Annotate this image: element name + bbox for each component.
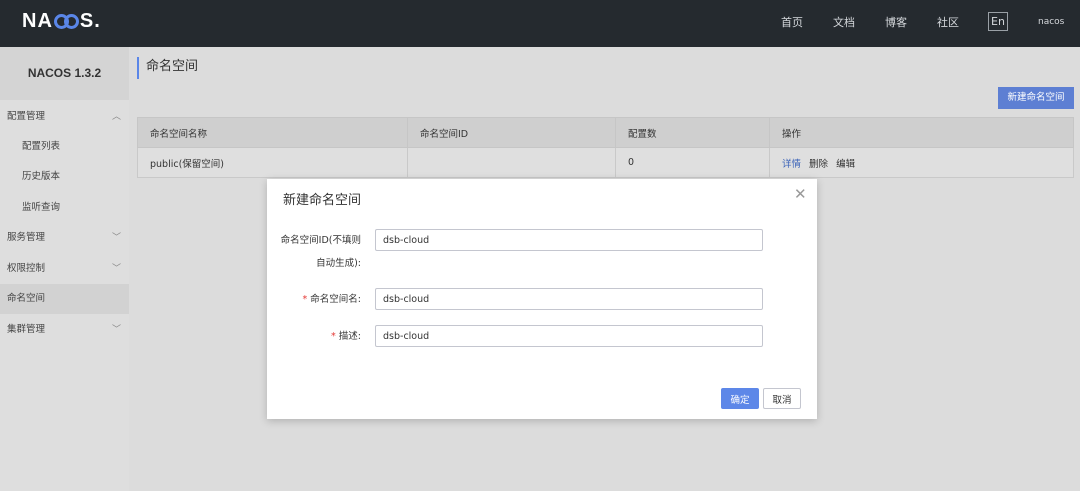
confirm-button[interactable]: 确定 <box>721 388 759 409</box>
sidebar-item-config-management[interactable]: 配置管理 ︿ <box>0 102 129 132</box>
chevron-down-icon: ﹀ <box>111 325 121 335</box>
namespace-name-input[interactable] <box>375 288 763 310</box>
nav-community[interactable]: 社区 <box>937 14 959 30</box>
sidebar-item-listener-query[interactable]: 监听查询 <box>0 193 129 223</box>
nav-home[interactable]: 首页 <box>781 14 803 30</box>
sidebar: NACOS 1.3.2 配置管理 ︿ 配置列表 历史版本 监听查询 服务管理 ﹀… <box>0 47 129 491</box>
cancel-button[interactable]: 取消 <box>763 388 801 409</box>
description-input[interactable] <box>375 325 763 347</box>
sidebar-item-config-list[interactable]: 配置列表 <box>0 132 129 162</box>
nav-blog[interactable]: 博客 <box>885 14 907 30</box>
column-header-actions: 操作 <box>769 117 1074 148</box>
table-header-row: 命名空间名称 命名空间ID 配置数 操作 <box>137 117 1074 148</box>
namespace-name-label-text: 命名空间名: <box>310 294 361 305</box>
namespace-id-label-line1: 命名空间ID(不填则 <box>280 235 361 246</box>
user-name[interactable]: nacos <box>1038 17 1064 27</box>
close-icon[interactable]: ✕ <box>794 185 807 203</box>
dialog-title: 新建命名空间 <box>283 193 362 208</box>
chevron-up-icon: ︿ <box>111 112 121 122</box>
actions-cell: 详情 删除 编辑 <box>769 147 1074 178</box>
config-count-cell: 0 <box>615 147 770 178</box>
delete-link[interactable]: 删除 <box>809 159 828 170</box>
sidebar-item-label: 历史版本 <box>22 171 61 182</box>
chevron-down-icon: ﹀ <box>111 233 121 243</box>
column-header-count: 配置数 <box>615 117 770 148</box>
nav-docs[interactable]: 文档 <box>833 14 855 30</box>
language-switch[interactable]: En <box>988 12 1008 31</box>
namespace-id-cell <box>407 147 616 178</box>
table-row: public(保留空间) 0 详情 删除 编辑 <box>137 147 1074 178</box>
page-title: 命名空间 <box>137 57 198 79</box>
logo-ring-icon <box>63 13 79 29</box>
sidebar-item-label: 配置列表 <box>22 141 61 152</box>
column-header-name: 命名空间名称 <box>137 117 408 148</box>
sidebar-item-label: 配置管理 <box>7 111 46 122</box>
description-label: * 描述: <box>331 325 361 348</box>
edit-link[interactable]: 编辑 <box>836 159 855 170</box>
sidebar-item-namespace[interactable]: 命名空间 <box>0 284 129 314</box>
top-navbar: NA S. 首页 文档 博客 社区 En nacos <box>0 0 1080 47</box>
sidebar-item-label: 命名空间 <box>7 293 46 304</box>
version-label: NACOS 1.3.2 <box>0 47 129 100</box>
new-namespace-button[interactable]: 新建命名空间 <box>998 87 1074 109</box>
sidebar-item-history[interactable]: 历史版本 <box>0 162 129 192</box>
required-mark: * <box>302 294 308 305</box>
nacos-logo[interactable]: NA S. <box>22 9 101 33</box>
chevron-down-icon: ﹀ <box>111 264 121 274</box>
sidebar-item-label: 权限控制 <box>7 263 46 274</box>
column-header-id: 命名空间ID <box>407 117 616 148</box>
namespace-name-cell: public(保留空间) <box>137 147 408 178</box>
detail-link[interactable]: 详情 <box>782 159 801 170</box>
namespace-id-label-line2: 自动生成): <box>316 258 361 269</box>
sidebar-item-label: 集群管理 <box>7 324 46 335</box>
required-mark: * <box>331 331 336 342</box>
namespace-table: 命名空间名称 命名空间ID 配置数 操作 public(保留空间) 0 详情 删… <box>137 117 1074 178</box>
new-namespace-dialog: 新建命名空间 ✕ 命名空间ID(不填则 自动生成): *命名空间名: *描述: … <box>267 179 817 419</box>
sidebar-item-access-control[interactable]: 权限控制 ﹀ <box>0 254 129 284</box>
sidebar-item-service-management[interactable]: 服务管理 ﹀ <box>0 223 129 253</box>
namespace-name-label: * 命名空间名: <box>303 288 361 311</box>
sidebar-item-label: 监听查询 <box>22 202 61 213</box>
sidebar-item-cluster-management[interactable]: 集群管理 ﹀ <box>0 315 129 345</box>
namespace-id-label: 命名空间ID(不填则 自动生成): <box>281 229 361 275</box>
namespace-id-input[interactable] <box>375 229 763 251</box>
sidebar-item-label: 服务管理 <box>7 232 46 243</box>
description-label-text: 描述: <box>338 331 361 342</box>
